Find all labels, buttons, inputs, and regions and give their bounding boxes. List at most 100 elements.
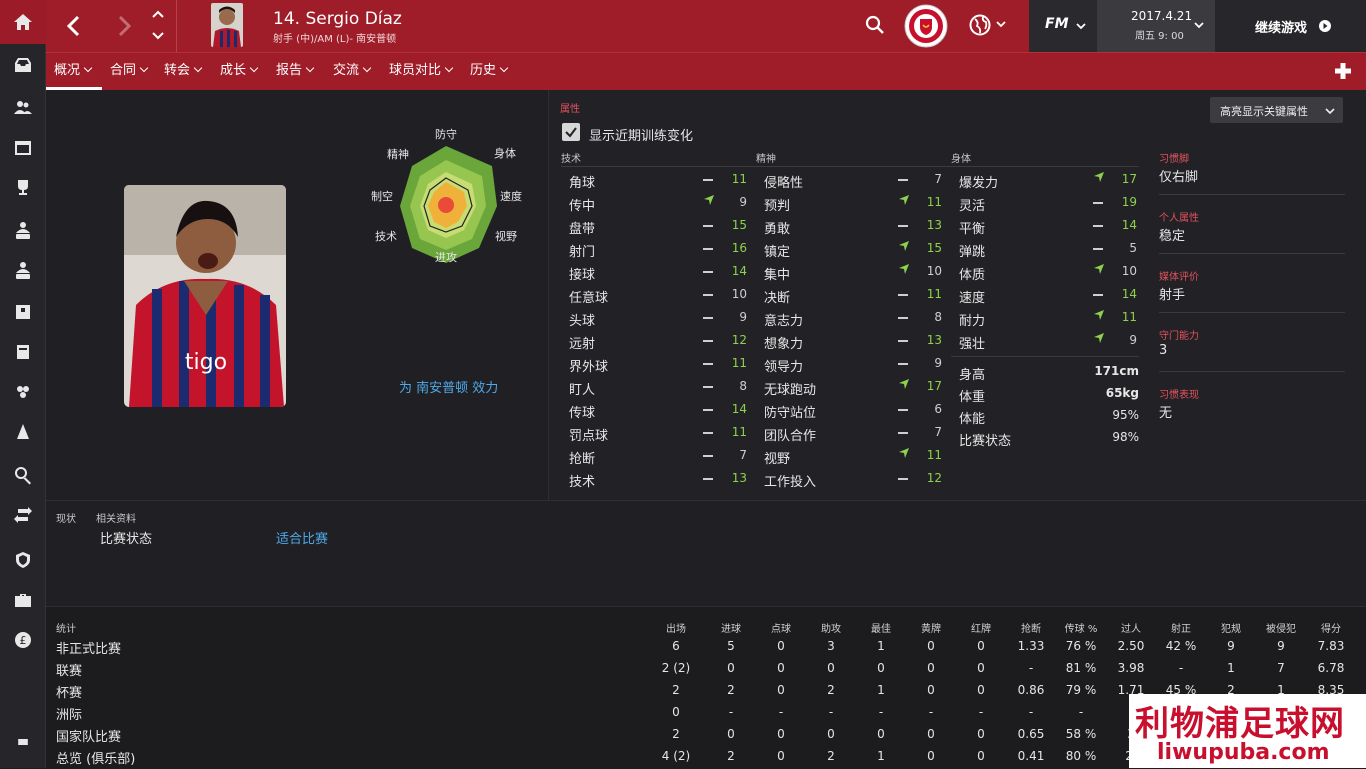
attribute-row[interactable]: 接球 14 bbox=[569, 260, 749, 283]
world-menu-button[interactable] bbox=[969, 13, 1011, 37]
fm-menu-button[interactable]: FM bbox=[1029, 0, 1097, 52]
chevron-down-icon bbox=[1076, 23, 1086, 30]
attribute-name: 角球 bbox=[569, 176, 596, 191]
attribute-row[interactable]: 决断 11 bbox=[764, 283, 944, 306]
attribute-name: 防守站位 bbox=[764, 406, 817, 421]
attribute-row[interactable]: 耐力 11 bbox=[959, 306, 1139, 329]
attribute-row[interactable]: 强壮 9 bbox=[959, 329, 1139, 352]
attribute-row[interactable]: 速度 14 bbox=[959, 283, 1139, 306]
attribute-row[interactable]: 盯人 8 bbox=[569, 375, 749, 398]
attribute-row[interactable]: 灵活 19 bbox=[959, 191, 1139, 214]
attribute-row[interactable]: 侵略性 7 bbox=[764, 168, 944, 191]
u21-squad-icon[interactable] bbox=[0, 210, 46, 250]
transfers-icon[interactable] bbox=[0, 495, 46, 535]
tab-interaction[interactable]: 交流 bbox=[333, 53, 372, 90]
u18-squad-icon[interactable] bbox=[0, 250, 46, 290]
attribute-row[interactable]: 工作投入 12 bbox=[764, 467, 944, 490]
attribute-row[interactable]: 意志力 8 bbox=[764, 306, 944, 329]
attribute-row[interactable]: 技术 13 bbox=[569, 467, 749, 490]
stats-row-label: 洲际 bbox=[56, 708, 83, 723]
staff-icon[interactable] bbox=[0, 292, 46, 332]
show-training-checkbox[interactable] bbox=[562, 123, 580, 141]
tab-development[interactable]: 成长 bbox=[220, 53, 259, 90]
attribute-row[interactable]: 弹跳 5 bbox=[959, 237, 1139, 260]
attribute-row[interactable]: 角球 11 bbox=[569, 168, 749, 191]
add-button[interactable] bbox=[1334, 62, 1352, 80]
club-vision-icon[interactable] bbox=[0, 540, 46, 580]
divider bbox=[1159, 253, 1345, 254]
attribute-row[interactable]: 传球 14 bbox=[569, 398, 749, 421]
club-badge-button[interactable] bbox=[903, 3, 949, 49]
attribute-value: 9 bbox=[1129, 333, 1137, 347]
squad-icon[interactable] bbox=[0, 88, 46, 128]
previous-player-button[interactable] bbox=[150, 6, 166, 20]
chevron-up-icon bbox=[152, 10, 164, 18]
attribute-value: 13 bbox=[926, 218, 942, 232]
player-photo: tigo bbox=[124, 185, 286, 407]
highlight-key-attributes-dropdown[interactable]: 高亮显示关键属性 bbox=[1210, 97, 1343, 123]
attribute-row[interactable]: 想象力 13 bbox=[764, 329, 944, 352]
tab-related-info[interactable]: 相关资料 bbox=[96, 510, 136, 525]
briefcase-icon[interactable] bbox=[0, 580, 46, 620]
search-icon[interactable] bbox=[0, 455, 46, 495]
attribute-row[interactable]: 传中 9 bbox=[569, 191, 749, 214]
attribute-row[interactable]: 任意球 10 bbox=[569, 283, 749, 306]
add-icon[interactable] bbox=[0, 722, 46, 762]
technical-heading: 技术 bbox=[561, 154, 581, 165]
stats-column-header[interactable]: 出场 bbox=[646, 620, 706, 635]
attribute-row[interactable]: 射门 16 bbox=[569, 237, 749, 260]
next-player-button[interactable] bbox=[150, 28, 166, 42]
attribute-row[interactable]: 视野 11 bbox=[764, 444, 944, 467]
forward-button[interactable] bbox=[110, 12, 138, 40]
attribute-row[interactable]: 平衡 14 bbox=[959, 214, 1139, 237]
attribute-row[interactable]: 防守站位 6 bbox=[764, 398, 944, 421]
play-for-club-link[interactable]: 为 南安普顿 效力 bbox=[399, 377, 498, 396]
attribute-name: 视野 bbox=[764, 452, 791, 467]
search-button[interactable] bbox=[864, 14, 886, 36]
back-button[interactable] bbox=[60, 12, 88, 40]
tab-transfer[interactable]: 转会 bbox=[164, 53, 203, 90]
attribute-row[interactable]: 头球 9 bbox=[569, 306, 749, 329]
attribute-row[interactable]: 团队合作 7 bbox=[764, 421, 944, 444]
finances-icon[interactable]: £ bbox=[0, 620, 46, 660]
attribute-value: 14 bbox=[1121, 287, 1137, 301]
inbox-icon[interactable] bbox=[0, 45, 46, 85]
continue-button[interactable]: 继续游戏 bbox=[1215, 0, 1366, 52]
attribute-row[interactable]: 抢断 7 bbox=[569, 444, 749, 467]
stats-row-label: 总览 (俱乐部) bbox=[56, 752, 136, 767]
tab-compare[interactable]: 球员对比 bbox=[389, 53, 454, 90]
tab-overview[interactable]: 概况 bbox=[46, 53, 102, 90]
trophy-icon[interactable] bbox=[0, 168, 46, 208]
home-icon[interactable] bbox=[0, 0, 46, 44]
attribute-row[interactable]: 罚点球 11 bbox=[569, 421, 749, 444]
attribute-row[interactable]: 盘带 15 bbox=[569, 214, 749, 237]
attribute-name: 速度 bbox=[959, 291, 986, 306]
attribute-row[interactable]: 爆发力 17 bbox=[959, 168, 1139, 191]
training-icon[interactable] bbox=[0, 412, 46, 452]
scouting-icon[interactable] bbox=[0, 372, 46, 412]
current-date: 2017.4.21 bbox=[1131, 9, 1193, 23]
mental-attributes: 侵略性 7 预判 11 勇敢 13 镇定 15 集中 10 决断 11 意志力 8 想象力 13 领导力 9 无球跑… bbox=[764, 168, 944, 490]
attribute-row[interactable]: 领导力 9 bbox=[764, 352, 944, 375]
attribute-row[interactable]: 勇敢 13 bbox=[764, 214, 944, 237]
chevron-down-icon bbox=[1194, 22, 1204, 29]
tab-history[interactable]: 历史 bbox=[470, 53, 509, 90]
attribute-row[interactable]: 预判 11 bbox=[764, 191, 944, 214]
attribute-row[interactable]: 集中 10 bbox=[764, 260, 944, 283]
tab-contract[interactable]: 合同 bbox=[110, 53, 149, 90]
stats-column-header[interactable]: 得分 bbox=[1301, 620, 1361, 635]
attribute-name: 勇敢 bbox=[764, 222, 791, 237]
tab-status[interactable]: 现状 bbox=[56, 510, 76, 525]
chevron-left-icon bbox=[66, 15, 80, 37]
calendar-button[interactable]: 2017.4.21 周五 9: 00 bbox=[1097, 0, 1215, 52]
attribute-row[interactable]: 远射 12 bbox=[569, 329, 749, 352]
schedule-icon[interactable] bbox=[0, 332, 46, 372]
radar-label: 防守 bbox=[435, 127, 457, 141]
player-profile: 习惯脚 仅右脚 个人属性 稳定 媒体评价 射手 守门能力 3 习惯表现无 bbox=[1159, 140, 1345, 430]
tab-reports[interactable]: 报告 bbox=[276, 53, 315, 90]
attribute-row[interactable]: 体质 10 bbox=[959, 260, 1139, 283]
attribute-row[interactable]: 界外球 11 bbox=[569, 352, 749, 375]
tactics-icon[interactable] bbox=[0, 128, 46, 168]
attribute-row[interactable]: 无球跑动 17 bbox=[764, 375, 944, 398]
attribute-row[interactable]: 镇定 15 bbox=[764, 237, 944, 260]
